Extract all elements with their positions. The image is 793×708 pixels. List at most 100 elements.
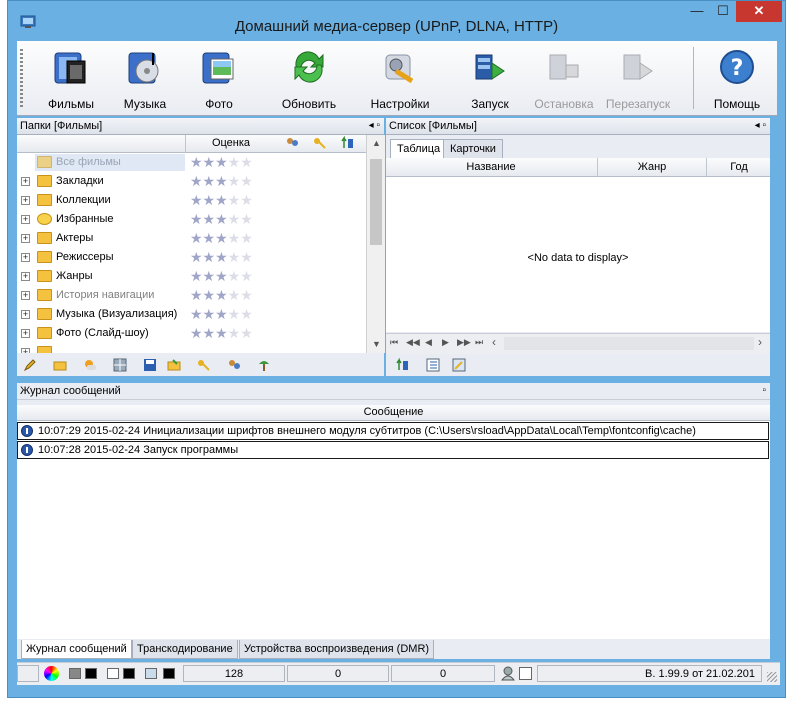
tree-item-directors[interactable]: + Режиссеры ★★★★★ [17, 248, 366, 267]
tree-item-bookmarks[interactable]: + Закладки ★★★★★ [17, 172, 366, 191]
next-page-icon[interactable]: ▶▶ [457, 337, 471, 348]
tab-message-log[interactable]: Журнал сообщений [21, 640, 132, 659]
resize-grip-icon[interactable] [767, 672, 777, 682]
actors-column-icon[interactable] [285, 136, 299, 150]
rating-stars[interactable]: ★★★★★ [190, 193, 253, 207]
actors-icon[interactable] [227, 358, 241, 372]
color-swatch[interactable] [123, 668, 135, 679]
sort-icon[interactable] [396, 358, 410, 372]
status-checkbox[interactable] [519, 667, 532, 680]
rating-stars[interactable]: ★★★★★ [190, 307, 253, 321]
weather-icon[interactable] [83, 358, 97, 372]
log-row[interactable]: 10:07:28 2015-02-24 Запуск программы [17, 441, 769, 459]
tree-item-all-films[interactable]: Все фильмы ★★★★★ [17, 153, 366, 172]
rating-stars[interactable]: ★★★★★ [190, 174, 253, 188]
columns-icon[interactable] [426, 358, 440, 372]
films-button[interactable]: Фильмы [34, 45, 108, 113]
user-icon[interactable] [501, 666, 515, 681]
log-list[interactable]: 10:07:29 2015-02-24 Инициализации шрифто… [17, 421, 770, 639]
rating-stars[interactable]: ★★★★★ [190, 269, 253, 283]
scroll-up-icon[interactable]: ▲ [372, 138, 381, 148]
rating-column-header[interactable]: Оценка [185, 135, 276, 152]
expand-icon[interactable]: + [21, 329, 30, 338]
scroll-left-icon[interactable]: ‹ [492, 335, 496, 349]
expand-icon[interactable]: + [21, 348, 30, 353]
key-icon[interactable] [197, 358, 211, 372]
rating-stars[interactable]: ★★★★★ [190, 155, 253, 169]
minimize-button[interactable]: — [684, 1, 710, 22]
color-swatch[interactable] [145, 668, 157, 679]
maximize-button[interactable]: ☐ [710, 1, 736, 22]
list-navigator: ⏮ ◀◀ ◀ ▶ ▶▶ ⏭ ‹ › [386, 333, 770, 354]
edit-list-icon[interactable] [452, 358, 466, 372]
refresh-button[interactable]: Обновить [272, 45, 346, 113]
column-genre[interactable]: Жанр [597, 158, 706, 176]
tree-item-favorites[interactable]: + Избранные ★★★★★ [17, 210, 366, 229]
tree-item-actors[interactable]: + Актеры ★★★★★ [17, 229, 366, 248]
rating-stars[interactable]: ★★★★★ [190, 212, 253, 226]
column-title[interactable]: Название [386, 158, 596, 176]
sort-column-icon[interactable] [341, 136, 355, 150]
scroll-right-icon[interactable]: › [758, 335, 762, 349]
first-page-icon[interactable]: ⏮ [390, 337, 398, 348]
color-swatch[interactable] [107, 668, 119, 679]
message-column-header[interactable]: Сообщение [17, 405, 770, 421]
prev-page-icon[interactable]: ◀◀ [406, 337, 420, 348]
tab-cards[interactable]: Карточки [443, 139, 503, 158]
palm-icon[interactable] [257, 358, 271, 372]
color-swatch[interactable] [85, 668, 97, 679]
list-grid[interactable]: <No data to display> [386, 177, 770, 332]
expand-icon[interactable]: + [21, 310, 30, 319]
tree-item-label: Избранные [56, 213, 114, 225]
open-folder-icon[interactable] [167, 358, 181, 372]
prev-record-icon[interactable]: ◀ [425, 337, 432, 348]
music-button[interactable]: Музыка [108, 45, 182, 113]
color-wheel-icon[interactable] [44, 666, 59, 681]
log-row[interactable]: 10:07:29 2015-02-24 Инициализации шрифто… [17, 422, 769, 440]
next-record-icon[interactable]: ▶ [442, 337, 449, 348]
pin-icon[interactable]: ◂ ▫ [369, 118, 380, 134]
tree-item-history[interactable]: + История навигации ★★★★★ [17, 286, 366, 305]
expand-icon[interactable]: + [21, 234, 30, 243]
column-year[interactable]: Год [706, 158, 771, 176]
expand-icon[interactable]: + [21, 291, 30, 300]
tab-table[interactable]: Таблица [390, 139, 448, 158]
tree-item-genres[interactable]: + Жанры ★★★★★ [17, 267, 366, 286]
tree-item-music-visualization[interactable]: + Музыка (Визуализация) ★★★★★ [17, 305, 366, 324]
help-button[interactable]: ? Помощь [700, 45, 774, 113]
tree-vertical-scrollbar[interactable]: ▲ ▼ [366, 135, 385, 353]
rating-stars[interactable]: ★★★★★ [190, 288, 253, 302]
scroll-down-icon[interactable]: ▼ [372, 339, 381, 349]
expand-icon[interactable]: + [21, 272, 30, 281]
start-button[interactable]: Запуск [453, 45, 527, 113]
grid-icon[interactable] [113, 358, 127, 372]
settings-button[interactable]: Настройки [363, 45, 437, 113]
expand-icon[interactable]: + [21, 215, 30, 224]
tree-item-photo-slideshow[interactable]: + Фото (Слайд-шоу) ★★★★★ [17, 324, 366, 343]
horizontal-scrollbar[interactable] [504, 337, 754, 350]
last-page-icon[interactable]: ⏭ [475, 337, 483, 348]
edit-icon[interactable] [23, 358, 37, 372]
expand-icon[interactable]: + [21, 196, 30, 205]
tab-transcoding[interactable]: Транскодирование [132, 640, 238, 659]
expand-icon[interactable]: + [21, 253, 30, 262]
pin-icon[interactable]: ◂ ▫ [755, 118, 766, 134]
scroll-thumb[interactable] [370, 159, 382, 245]
close-button[interactable]: ✕ [736, 1, 782, 22]
color-swatch[interactable] [163, 668, 175, 679]
save-icon[interactable] [143, 358, 157, 372]
expand-icon[interactable]: + [21, 177, 30, 186]
color-swatch[interactable] [69, 668, 81, 679]
tab-playback-devices[interactable]: Устройства воспроизведения (DMR) [239, 640, 435, 659]
tree-item-collections[interactable]: + Коллекции ★★★★★ [17, 191, 366, 210]
rating-stars[interactable]: ★★★★★ [190, 231, 253, 245]
photo-button[interactable]: Фото [182, 45, 256, 113]
pin-icon[interactable]: ▫ [762, 383, 766, 399]
add-folder-icon[interactable] [53, 358, 67, 372]
toolbar-grip[interactable] [20, 49, 23, 109]
restart-button[interactable]: Перезапуск [601, 45, 675, 113]
key-column-icon[interactable] [313, 136, 327, 150]
rating-stars[interactable]: ★★★★★ [190, 250, 253, 264]
stop-button[interactable]: Остановка [527, 45, 601, 113]
rating-stars[interactable]: ★★★★★ [190, 326, 253, 340]
